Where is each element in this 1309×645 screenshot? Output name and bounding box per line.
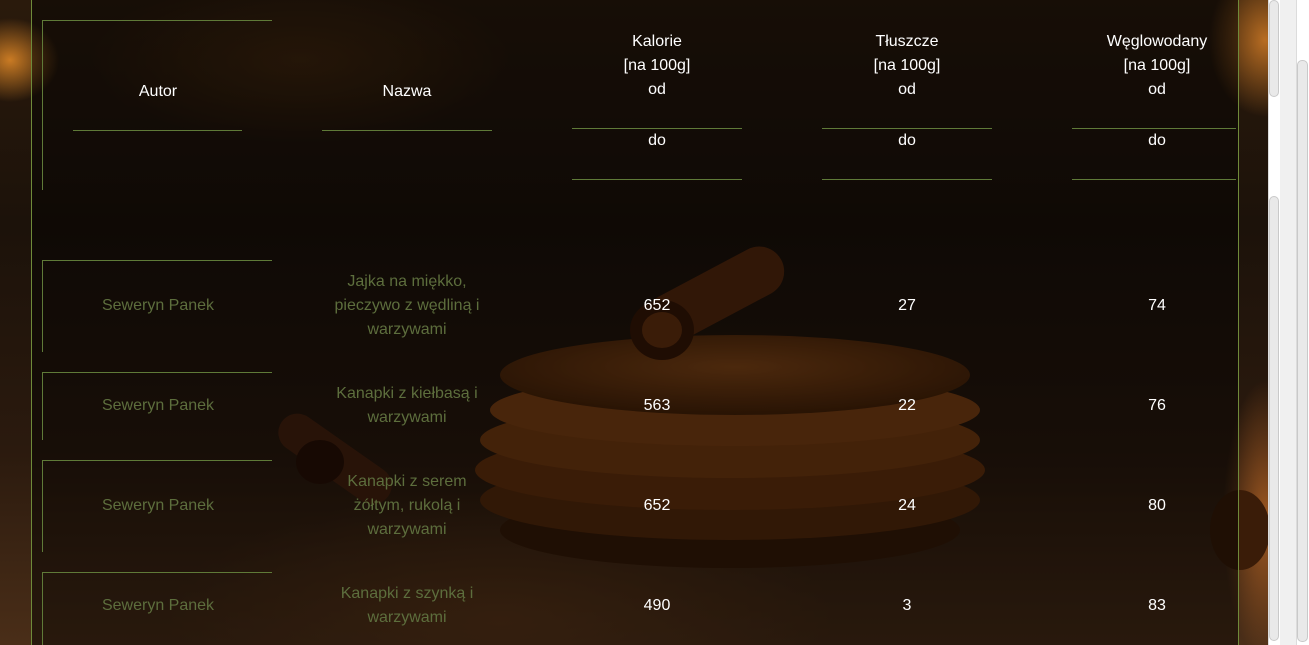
weglowodany-do-label: do (1148, 132, 1166, 149)
row-1-tluszcze: 27 (898, 297, 916, 314)
nazwa-line: warzywami (367, 321, 447, 338)
header-title: Tłuszcze (875, 33, 939, 50)
column-header-nazwa: Nazwa (382, 83, 432, 100)
header-title: Kalorie (632, 33, 682, 50)
nazwa-line: warzywami (367, 521, 447, 538)
row-divider (42, 460, 272, 461)
inner-scrollbar-thumb-lower[interactable] (1269, 196, 1279, 641)
row-4-weglowodany: 83 (1148, 597, 1166, 614)
row-divider (42, 260, 272, 261)
row-1-nazwa-link[interactable]: Jajka na miękko, pieczywo z wędliną i wa… (322, 270, 492, 342)
autor-filter-input[interactable] (73, 130, 242, 131)
nazwa-line: pieczywo z wędliną i (334, 297, 480, 314)
nazwa-line: Jajka na miękko, (347, 273, 467, 290)
nazwa-line: Kanapki z szynką i (340, 585, 474, 602)
header-unit: [na 100g] (873, 57, 941, 74)
row-2-tluszcze: 22 (898, 397, 916, 414)
weglowodany-do-input[interactable] (1072, 179, 1236, 180)
row-1-weglowodany: 74 (1148, 297, 1166, 314)
kalorie-do-label: do (648, 132, 666, 149)
row-divider (42, 572, 272, 573)
column-header-tluszcze: Tłuszcze [na 100g] od (822, 30, 992, 102)
nazwa-line: warzywami (367, 409, 447, 426)
row-divider (42, 572, 43, 645)
row-1-autor-link[interactable]: Seweryn Panek (73, 294, 243, 318)
nazwa-filter-input[interactable] (322, 130, 492, 131)
page-scrollbar-thumb[interactable] (1297, 60, 1308, 642)
header-divider (42, 20, 272, 21)
nazwa-line: Kanapki z serem (347, 473, 467, 490)
row-3-weglowodany: 80 (1148, 497, 1166, 514)
row-1-kalorie: 652 (643, 297, 671, 314)
nazwa-line: warzywami (367, 609, 447, 626)
header-od-label: od (648, 81, 666, 98)
nazwa-line: Kanapki z kiełbasą i (336, 385, 478, 402)
row-3-kalorie: 652 (643, 497, 671, 514)
kalorie-do-input[interactable] (572, 179, 742, 180)
row-2-nazwa-link[interactable]: Kanapki z kiełbasą i warzywami (322, 382, 492, 430)
row-divider (42, 260, 43, 352)
tluszcze-do-input[interactable] (822, 179, 992, 180)
column-header-autor: Autor (138, 83, 178, 100)
header-od-label: od (898, 81, 916, 98)
row-4-nazwa-link[interactable]: Kanapki z szynką i warzywami (322, 582, 492, 630)
row-divider (42, 460, 43, 552)
row-2-kalorie: 563 (643, 397, 671, 414)
inner-scrollbar-thumb[interactable] (1269, 0, 1279, 97)
row-4-tluszcze: 3 (902, 597, 912, 614)
row-3-autor-link[interactable]: Seweryn Panek (73, 494, 243, 518)
column-header-weglowodany: Węglowodany [na 100g] od (1072, 30, 1242, 102)
nazwa-line: żółtym, rukolą i (353, 497, 461, 514)
column-header-kalorie: Kalorie [na 100g] od (572, 30, 742, 102)
row-4-autor-link[interactable]: Seweryn Panek (73, 594, 243, 618)
header-unit: [na 100g] (1123, 57, 1191, 74)
row-4-kalorie: 490 (643, 597, 671, 614)
header-od-label: od (1148, 81, 1166, 98)
row-3-tluszcze: 24 (898, 497, 916, 514)
row-2-weglowodany: 76 (1148, 397, 1166, 414)
header-divider (42, 20, 43, 190)
header-title: Węglowodany (1106, 33, 1208, 50)
row-2-autor-link[interactable]: Seweryn Panek (73, 394, 243, 418)
row-divider (42, 372, 43, 440)
tluszcze-do-label: do (898, 132, 916, 149)
row-3-nazwa-link[interactable]: Kanapki z serem żółtym, rukolą i warzywa… (322, 470, 492, 542)
header-unit: [na 100g] (623, 57, 691, 74)
row-divider (42, 372, 272, 373)
